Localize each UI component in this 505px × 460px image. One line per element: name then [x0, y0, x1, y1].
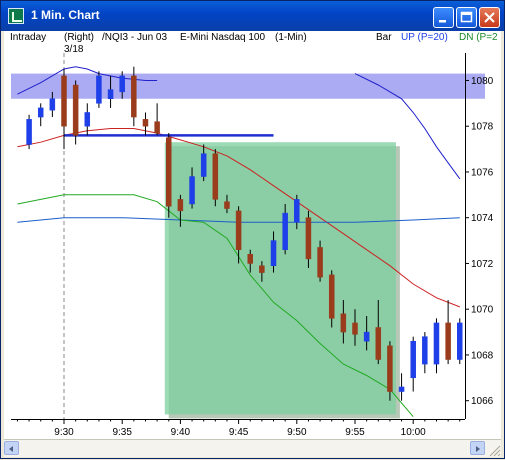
candle-body — [189, 176, 195, 205]
interval-label: (1-Min) — [275, 32, 307, 43]
chart-client-area[interactable]: Intraday (Right) /NQI3 - Jun 03 E-Mini N… — [4, 31, 501, 457]
scroll-right-button[interactable] — [470, 441, 485, 455]
chart-app-icon — [8, 8, 24, 24]
candlestick — [61, 69, 67, 150]
candle-body — [317, 247, 323, 278]
y-tick-label: 1074 — [471, 213, 494, 224]
bar-label: Bar — [376, 32, 392, 43]
y-tick-label: 1068 — [471, 350, 494, 361]
candle-body — [200, 153, 207, 177]
candlestick — [154, 103, 160, 136]
mode-label: Intraday — [10, 32, 47, 43]
candlestick — [131, 66, 137, 127]
candle-body — [433, 322, 440, 365]
candlestick — [445, 300, 451, 365]
candle-body — [363, 331, 370, 342]
candle-body — [247, 254, 253, 264]
close-button[interactable] — [479, 7, 500, 28]
x-tick-label: 9:55 — [345, 427, 365, 437]
candle-body — [445, 322, 451, 360]
description-label: E-Mini Nasdaq 100 — [180, 32, 266, 43]
candlestick — [422, 332, 428, 374]
x-tick-label: 9:40 — [171, 427, 191, 437]
candlestick — [72, 80, 79, 145]
candlestick — [410, 336, 416, 392]
maximize-button[interactable] — [456, 7, 477, 28]
candle-body — [142, 119, 149, 127]
candle-body — [340, 313, 347, 333]
candle-body — [166, 137, 172, 207]
candlestick — [26, 114, 32, 150]
candle-body — [37, 107, 44, 118]
x-tick-label: 9:30 — [54, 427, 74, 437]
y-tick-label: 1070 — [471, 305, 494, 316]
scroll-left-button[interactable] — [4, 441, 19, 455]
candle-body — [224, 201, 230, 209]
candle-body — [375, 327, 382, 360]
minimize-button[interactable] — [433, 7, 454, 28]
horizontal-scrollbar[interactable] — [4, 439, 501, 457]
x-tick-label: 9:50 — [287, 427, 307, 437]
highlight-region — [164, 142, 396, 415]
candlestick — [433, 318, 440, 374]
y-tick-label: 1066 — [471, 396, 494, 407]
up-indicator-label: UP (P=20) — [401, 32, 448, 43]
candle-body — [49, 98, 56, 111]
candle-body — [96, 75, 102, 104]
candle-body — [212, 153, 219, 200]
candle-body — [131, 75, 137, 118]
chart-window: 1 Min. Chart Intraday (Right) /NQI3 - Ju… — [0, 0, 505, 459]
candle-body — [328, 274, 335, 319]
candle-body — [352, 322, 358, 335]
resistance-band — [11, 73, 485, 99]
candle-body — [398, 386, 405, 392]
candlestick — [166, 133, 172, 218]
candlestick — [142, 112, 149, 136]
candlestick — [387, 341, 393, 401]
y-tick-label: 1080 — [471, 76, 494, 87]
candle-body — [154, 121, 160, 134]
candlestick — [212, 149, 219, 207]
resize-grip-icon[interactable] — [487, 443, 501, 457]
candle-body — [84, 112, 91, 127]
candle-body — [294, 199, 300, 223]
title-bar[interactable]: 1 Min. Chart — [1, 1, 504, 31]
candle-body — [387, 345, 393, 392]
candle-body — [107, 89, 114, 99]
candle-body — [305, 217, 312, 260]
x-tick-label: 9:45 — [229, 427, 249, 437]
candlestick — [37, 103, 44, 127]
candle-body — [61, 75, 67, 127]
candle-body — [270, 240, 277, 266]
candle-body — [259, 265, 265, 273]
window-title: 1 Min. Chart — [31, 8, 100, 22]
y-tick-label: 1072 — [471, 259, 494, 270]
candle-body — [119, 75, 125, 93]
candlestick — [96, 71, 102, 108]
x-tick-label: 10:00 — [401, 427, 426, 437]
candle-body — [410, 340, 416, 379]
candle-body — [457, 322, 463, 360]
x-tick-label: 9:35 — [112, 427, 132, 437]
candle-body — [72, 84, 79, 136]
price-chart[interactable]: 9:30 9:35 9:40 9:45 9:50 9:55 10:00 1066 1068 107… — [11, 53, 498, 437]
candle-body — [235, 210, 242, 250]
y-tick-label: 1078 — [471, 122, 494, 133]
candle-body — [177, 199, 184, 212]
candle-body — [282, 212, 288, 250]
candle-body — [26, 119, 32, 145]
dn-indicator-label: DN (P=2 — [459, 32, 498, 43]
symbol-label: /NQI3 - Jun 03 — [102, 32, 168, 43]
candlestick — [457, 318, 463, 365]
candle-body — [422, 336, 428, 365]
y-tick-label: 1076 — [471, 167, 494, 178]
